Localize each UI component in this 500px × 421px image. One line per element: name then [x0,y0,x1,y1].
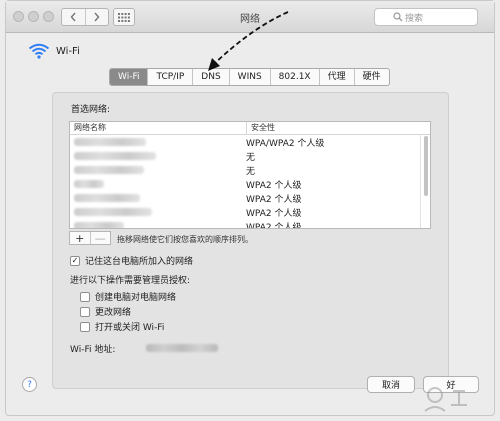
checkbox-box[interactable] [80,291,90,302]
tab-proxy[interactable]: 代理 [318,69,354,85]
scroll-thumb[interactable] [424,136,428,196]
tab-hardware[interactable]: 硬件 [353,69,389,85]
table-row[interactable]: WPA/WPA2 个人级 [70,135,430,149]
admin-create-network-label: 创建电脑对电脑网络 [95,293,177,303]
checkbox-box[interactable] [80,321,90,332]
admin-change-network-label: 更改网络 [95,308,132,318]
admin-toggle-wifi-checkbox[interactable]: 打开或关闭 Wi-Fi [80,320,164,333]
admin-required-label: 进行以下操作需要管理员授权: [70,276,191,286]
network-name-redacted [70,149,246,163]
network-security: 无 [246,152,256,163]
add-network-button[interactable]: + [70,232,90,245]
admin-create-network-checkbox[interactable]: 创建电脑对电脑网络 [80,290,176,303]
tab-wifi[interactable]: Wi-Fi [110,69,148,85]
watermark-logo [424,387,467,412]
remember-networks-checkbox[interactable]: ✓ 记住这台电脑所加入的网络 [70,254,193,267]
network-security: WPA2 个人级 [246,208,302,219]
admin-change-network-checkbox[interactable]: 更改网络 [80,305,131,318]
remove-network-button[interactable]: — [89,232,111,245]
wifi-icon [28,43,50,59]
table-row[interactable]: 无 [70,163,430,177]
network-name-redacted [70,135,246,149]
search-field[interactable]: 搜索 [374,8,478,26]
preferred-networks-label: 首选网络: [71,105,111,115]
service-header: Wi-Fi [28,43,80,59]
network-security: 无 [246,166,256,177]
wifi-address-redacted [146,344,218,352]
table-header: 网络名称 安全性 [70,122,430,135]
table-row[interactable]: WPA2 个人级 [70,191,430,205]
annotation-arrow [208,11,289,71]
admin-toggle-wifi-label: 打开或关闭 Wi-Fi [95,323,165,333]
network-security: WPA2 个人级 [246,222,302,229]
checkmark-icon[interactable]: ✓ [70,255,80,266]
wifi-address-label: Wi-Fi 地址: [70,345,116,355]
network-name-redacted [70,177,246,191]
search-icon [393,12,403,22]
network-name-redacted [70,191,246,205]
search-placeholder: 搜索 [405,13,424,24]
network-name-redacted [70,163,246,177]
table-scrollbar[interactable] [420,134,430,228]
table-row[interactable]: 无 [70,149,430,163]
tab-tcpip[interactable]: TCP/IP [147,69,192,85]
network-security: WPA/WPA2 个人级 [246,138,325,149]
service-name: Wi-Fi [56,45,80,57]
network-security: WPA2 个人级 [246,180,302,191]
network-name-redacted [70,205,246,219]
network-security: WPA2 个人级 [246,194,302,205]
add-remove-control: + — [69,231,111,245]
table-row[interactable]: WPA2 个人级 [70,177,430,191]
help-button[interactable]: ? [22,377,37,392]
preferred-networks-table: 网络名称 安全性 WPA/WPA2 个人级 无 无 WPA2 个人级 WPA2 … [69,121,431,229]
table-row[interactable]: WPA2 个人级 [70,205,430,219]
remember-networks-label: 记住这台电脑所加入的网络 [85,257,194,267]
column-security[interactable]: 安全性 [247,122,275,134]
checkbox-box[interactable] [80,306,90,317]
network-name-redacted [70,219,246,228]
column-network-name[interactable]: 网络名称 [70,122,247,134]
reorder-hint: 拖移网络使它们按您喜欢的顺序排列。 [117,235,253,244]
table-row[interactable]: WPA2 个人级 [70,219,430,229]
